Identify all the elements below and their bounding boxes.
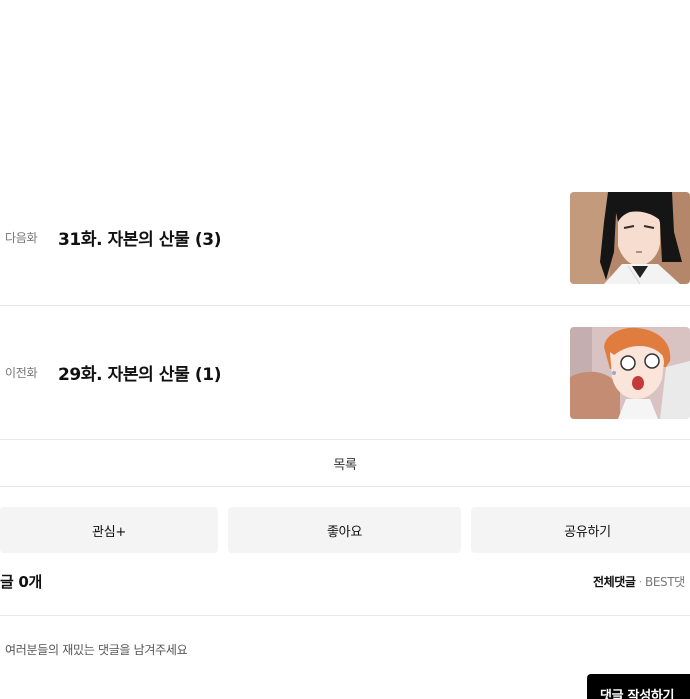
episode-viewer-footer: 다음화 31화. 자본의 산물 (3) 이전화 29화. 자본의 산물 (1)	[0, 0, 690, 699]
comments-divider	[0, 615, 690, 616]
comment-count: 글 0개	[0, 573, 43, 591]
tab-separator: ·	[638, 575, 643, 589]
add-favorite-button[interactable]: 관심+	[0, 507, 218, 553]
previous-episode-label: 이전화	[5, 366, 38, 380]
row-divider	[0, 486, 690, 487]
tab-best-comments[interactable]: BEST댓	[645, 575, 685, 589]
next-episode-title[interactable]: 31화. 자본의 산물 (3)	[58, 225, 221, 250]
previous-episode-thumbnail[interactable]	[570, 327, 690, 419]
comment-sort-tabs: 전체댓글 · BEST댓	[593, 573, 685, 590]
episode-list-button[interactable]: 목록	[0, 440, 690, 486]
tab-all-comments[interactable]: 전체댓글	[593, 575, 636, 589]
share-button[interactable]: 공유하기	[471, 507, 690, 553]
row-divider	[0, 305, 690, 306]
like-button[interactable]: 좋아요	[228, 507, 461, 553]
next-episode-thumbnail[interactable]	[570, 192, 690, 284]
previous-episode-title[interactable]: 29화. 자본의 산물 (1)	[58, 360, 221, 385]
submit-comment-button[interactable]: 댓글 작성하기	[587, 674, 690, 699]
previous-episode-link[interactable]: 이전화 29화. 자본의 산물 (1)	[0, 316, 690, 429]
comment-input[interactable]	[0, 630, 690, 670]
next-episode-link[interactable]: 다음화 31화. 자본의 산물 (3)	[0, 181, 690, 294]
next-episode-label: 다음화	[5, 231, 38, 245]
